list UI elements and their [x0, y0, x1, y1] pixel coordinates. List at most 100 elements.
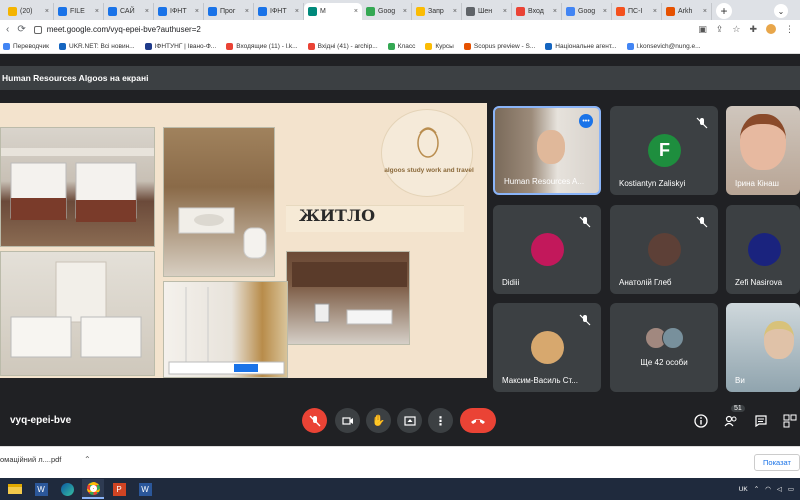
tab-label: САЙ	[120, 8, 135, 15]
bookmark-item[interactable]: Класс	[387, 42, 415, 50]
show-all-downloads-button[interactable]: Показат	[754, 454, 800, 471]
participant-tile[interactable]: Ви	[726, 303, 800, 392]
close-tab-icon[interactable]: ×	[603, 8, 607, 15]
download-item[interactable]: омаційний л....pdf	[0, 455, 61, 464]
participant-avatar	[531, 331, 564, 364]
close-tab-icon[interactable]: ×	[45, 8, 49, 15]
camera-in-use-icon[interactable]: ▣	[698, 24, 707, 35]
browser-tab[interactable]: Прог ×	[204, 3, 254, 20]
bookmark-item[interactable]: Вхідні (41) - archip...	[307, 42, 378, 50]
raise-hand-button[interactable]: ✋	[366, 408, 391, 433]
powerpoint-icon[interactable]: P	[108, 479, 130, 499]
tab-search-button[interactable]: ⌄	[774, 4, 788, 18]
participant-tile[interactable]: Ірина Кінаш	[726, 106, 800, 195]
extension-icon[interactable]: ✚	[749, 24, 757, 35]
logo-caption: algoos study work and travel	[384, 167, 474, 174]
close-tab-icon[interactable]: ×	[703, 8, 707, 15]
participant-avatar: F	[648, 134, 681, 167]
present-screen-button[interactable]	[397, 408, 422, 433]
volume-icon[interactable]: ◁	[777, 485, 782, 493]
bathroom-photo	[163, 127, 275, 277]
chrome-icon[interactable]	[82, 479, 104, 499]
star-icon[interactable]: ☆	[732, 24, 740, 35]
participant-tile[interactable]: Анатолій Глеб	[610, 205, 718, 294]
close-tab-icon[interactable]: ×	[95, 8, 99, 15]
close-tab-icon[interactable]: ×	[295, 8, 299, 15]
wifi-icon[interactable]: ◠	[765, 485, 771, 493]
more-options-button[interactable]: ⋮	[428, 408, 453, 433]
tab-favicon-icon	[308, 7, 317, 16]
browser-tab[interactable]: Запр ×	[412, 3, 462, 20]
reload-icon[interactable]: ⟳	[17, 24, 25, 35]
wardrobe-photo	[163, 281, 288, 378]
speaking-indicator-icon: •••	[579, 114, 593, 128]
browser-tab[interactable]: Goog ×	[562, 3, 612, 20]
browser-tab[interactable]: FILE ×	[54, 3, 104, 20]
language-indicator[interactable]: UK	[739, 486, 748, 493]
participant-name: Human Resources A...	[504, 177, 585, 186]
close-tab-icon[interactable]: ×	[195, 8, 199, 15]
participant-tile[interactable]: F Kostiantyn Zaliskyi	[610, 106, 718, 195]
file-explorer-icon[interactable]	[4, 479, 26, 499]
chevron-up-icon[interactable]: ⌃	[754, 485, 759, 493]
address-bar-icons: ▣ ⇪ ☆ ✚ ⋮	[698, 24, 794, 35]
bookmark-item[interactable]: Scopus preview - S...	[463, 42, 535, 50]
browser-tab[interactable]: Goog ×	[362, 3, 412, 20]
bookmark-item[interactable]: Входящие (11) - l.k...	[226, 42, 298, 50]
presentation-slide[interactable]: algoos study work and travel ЖИТЛО	[0, 103, 487, 378]
new-tab-button[interactable]: +	[716, 3, 732, 19]
bookmark-item[interactable]: l.konsevich@nung.e...	[626, 42, 701, 50]
bookmark-item[interactable]: Переводчик	[3, 42, 49, 50]
close-tab-icon[interactable]: ×	[653, 8, 657, 15]
share-icon[interactable]: ⇪	[716, 24, 724, 35]
close-tab-icon[interactable]: ×	[553, 8, 557, 15]
people-icon	[724, 415, 737, 427]
browser-tab[interactable]: (20) ×	[4, 3, 54, 20]
menu-icon[interactable]: ⋮	[785, 24, 794, 35]
browser-tab[interactable]: Шен ×	[462, 3, 512, 20]
notifications-icon[interactable]: ▭	[788, 485, 794, 493]
participant-tile[interactable]: Zefi Nasirova	[726, 205, 800, 294]
address-bar[interactable]: ‹ ⟳ meet.google.com/vyq-epei-bve?authuse…	[0, 20, 800, 39]
close-tab-icon[interactable]: ×	[245, 8, 249, 15]
browser-tab[interactable]: Вход ×	[512, 3, 562, 20]
close-tab-icon[interactable]: ×	[354, 8, 358, 15]
browser-tab[interactable]: M ×	[304, 3, 362, 20]
microphone-off-button[interactable]	[302, 408, 327, 433]
participant-tile[interactable]: Максим-Василь Ст...	[493, 303, 601, 392]
browser-tab[interactable]: САЙ ×	[104, 3, 154, 20]
bookmarks-bar: Переводчик UKR.NET: Всі новин... ІФНТУНГ |…	[0, 39, 800, 54]
bookmark-item[interactable]: Національне агент...	[545, 42, 617, 50]
meeting-details-button[interactable]	[694, 414, 708, 428]
close-tab-icon[interactable]: ×	[503, 8, 507, 15]
tab-favicon-icon	[366, 7, 375, 16]
bookmark-favicon-icon	[307, 42, 315, 50]
close-tab-icon[interactable]: ×	[403, 8, 407, 15]
word-document-icon[interactable]: W	[134, 479, 156, 499]
bookmark-favicon-icon	[144, 42, 152, 50]
bookmark-item[interactable]: ІФНТУНГ | Івано-Ф...	[144, 42, 216, 50]
word-icon[interactable]: W	[30, 479, 52, 499]
browser-tab[interactable]: Arkh ×	[662, 3, 712, 20]
participant-tile[interactable]: Ще 42 особи	[610, 303, 718, 392]
close-tab-icon[interactable]: ×	[453, 8, 457, 15]
people-button[interactable]	[724, 414, 738, 428]
chevron-up-icon[interactable]: ⌃	[84, 455, 91, 464]
browser-tab[interactable]: ПС-І ×	[612, 3, 662, 20]
camera-button[interactable]	[335, 408, 360, 433]
participant-tile[interactable]: ••• Human Resources A...	[493, 106, 601, 195]
profile-icon[interactable]	[766, 24, 776, 34]
lock-icon[interactable]	[33, 25, 42, 34]
back-icon[interactable]: ‹	[6, 24, 9, 35]
participant-tile[interactable]: Didiii	[493, 205, 601, 294]
browser-tab[interactable]: ІФНТ ×	[154, 3, 204, 20]
url-text[interactable]: meet.google.com/vyq-epei-bve?authuser=2	[47, 25, 201, 34]
close-tab-icon[interactable]: ×	[145, 8, 149, 15]
chat-button[interactable]	[754, 414, 768, 428]
bookmark-item[interactable]: UKR.NET: Всі новин...	[59, 42, 135, 50]
browser-tab[interactable]: ІФНТ ×	[254, 3, 304, 20]
leave-call-button[interactable]	[460, 408, 496, 433]
bookmark-item[interactable]: Курсы	[425, 42, 454, 50]
edge-icon[interactable]	[56, 479, 78, 499]
activities-button[interactable]	[783, 414, 797, 428]
